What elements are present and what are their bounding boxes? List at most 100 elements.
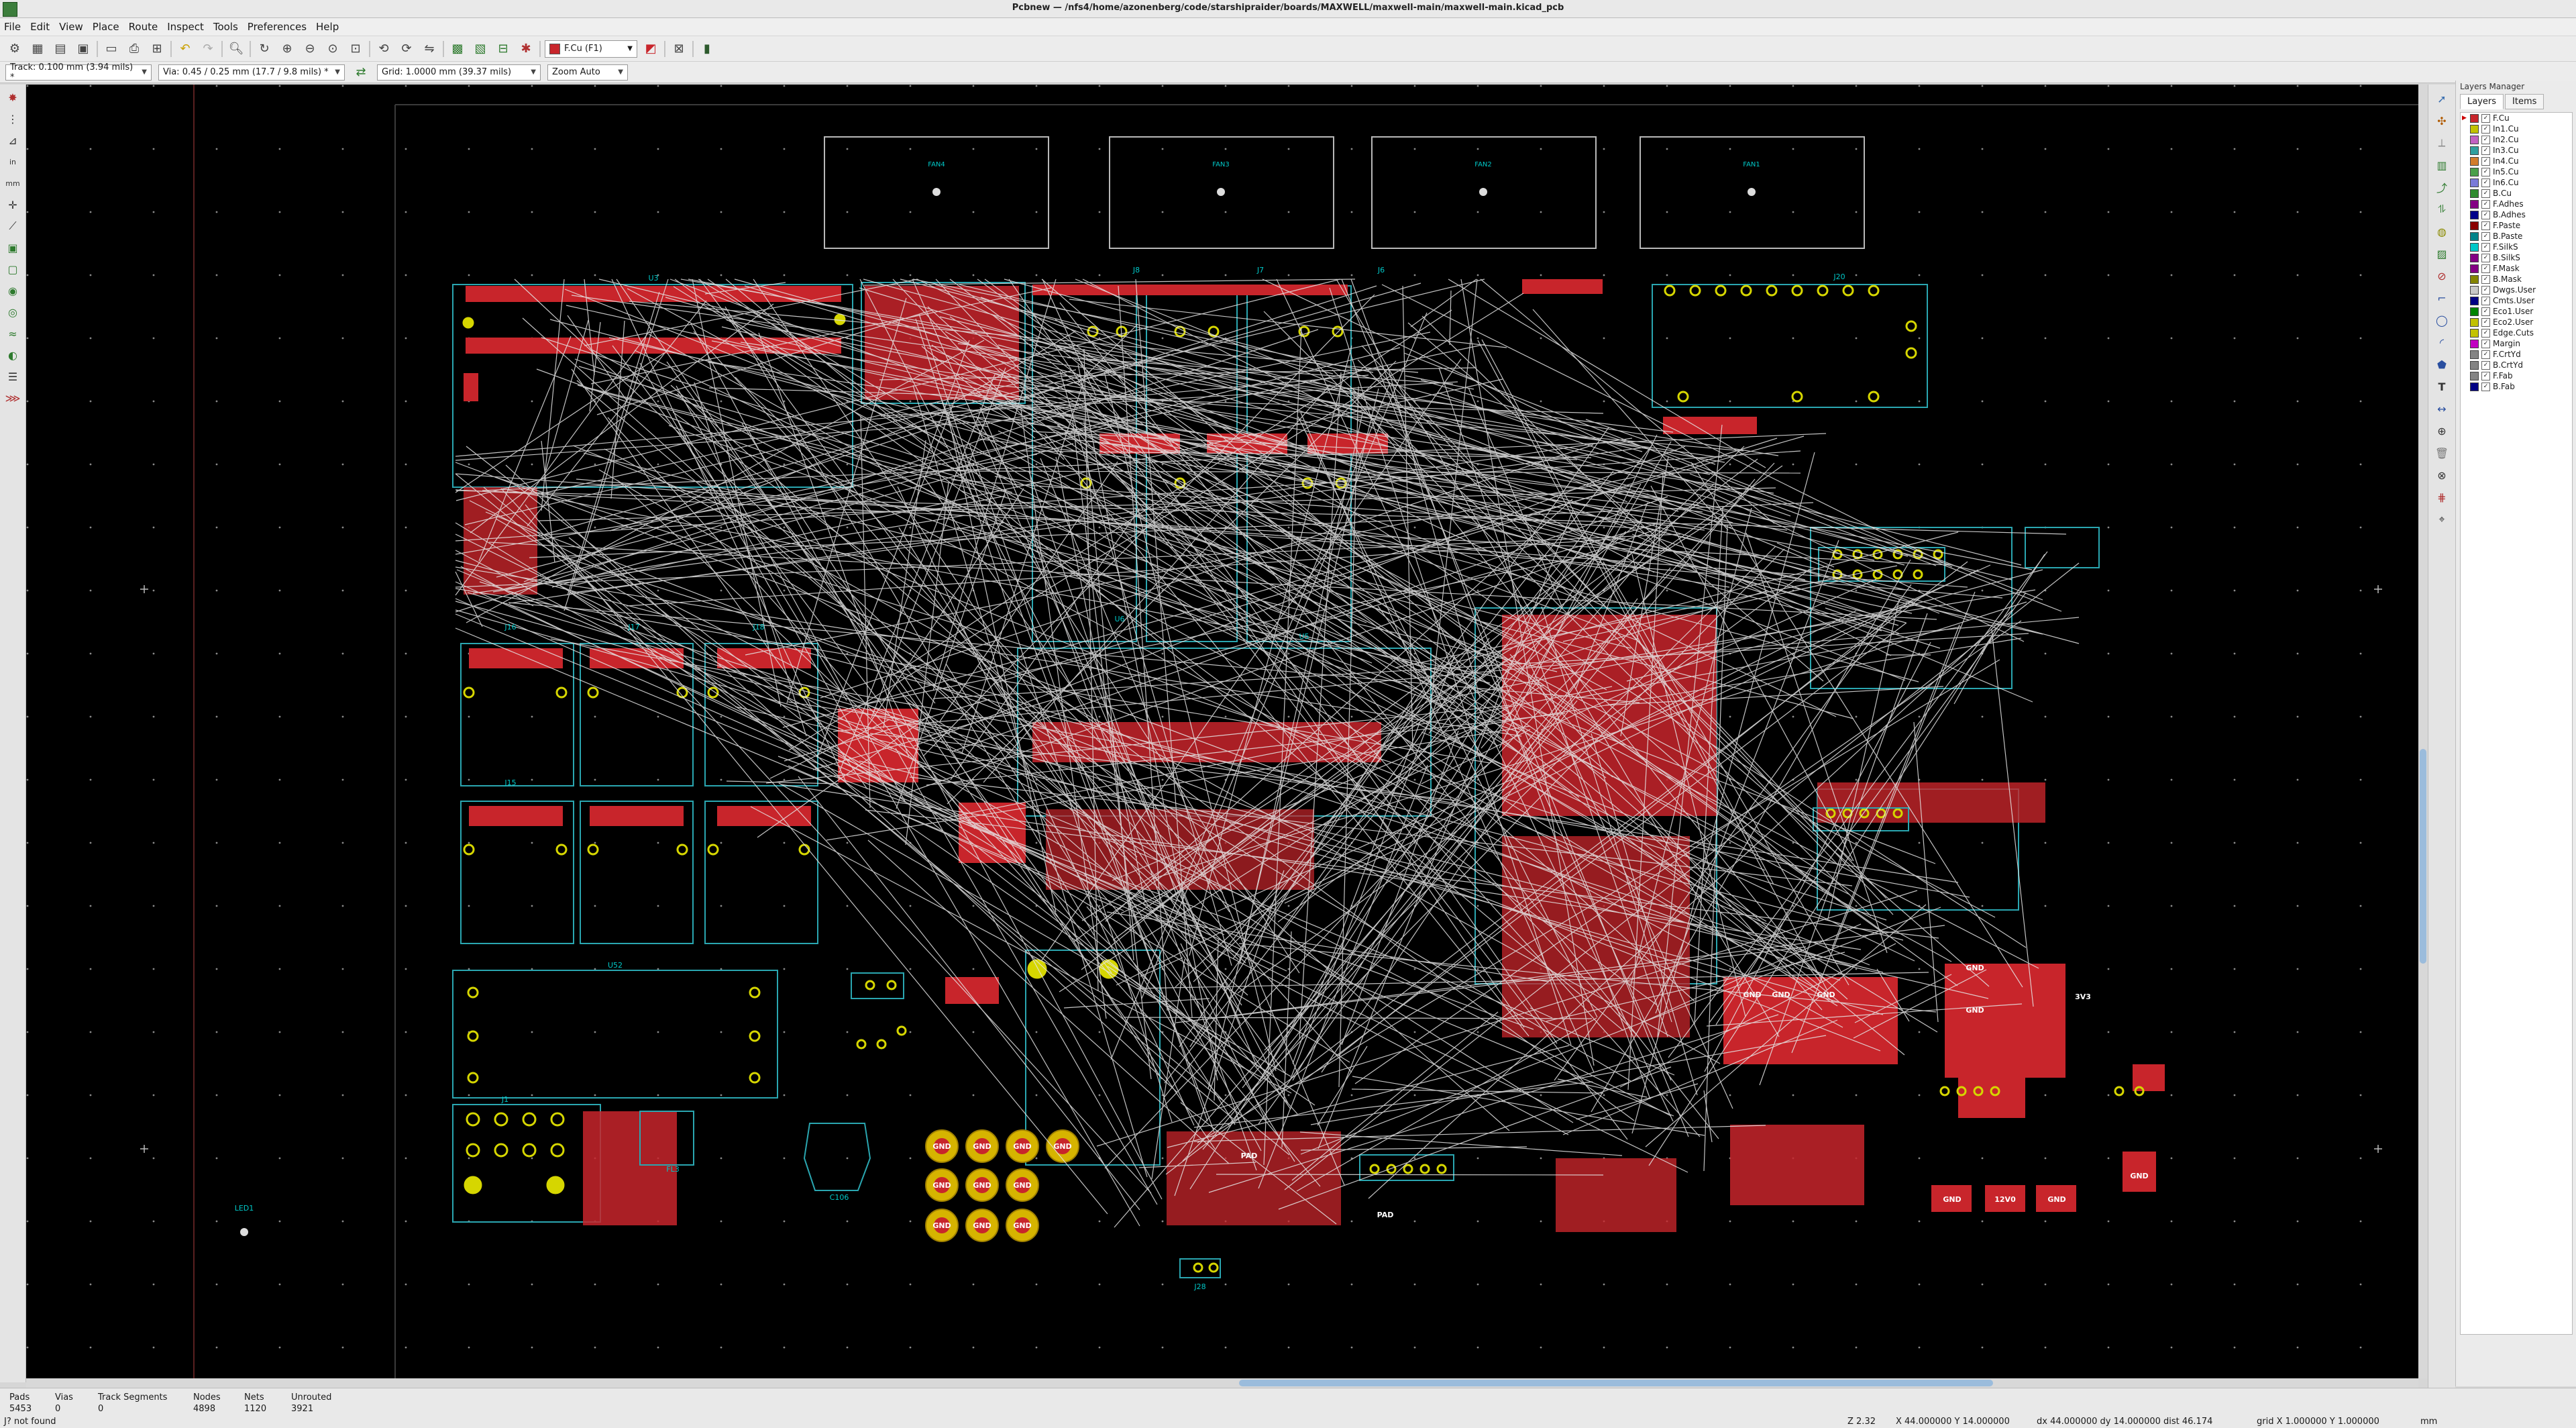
- layer-color-swatch[interactable]: [2470, 274, 2479, 284]
- layer-visible-checkbox[interactable]: ✓: [2481, 339, 2490, 348]
- add-target-icon[interactable]: ⊕: [2433, 422, 2451, 440]
- layer-row[interactable]: ✓ In4.Cu: [2461, 156, 2572, 166]
- netlist-icon[interactable]: ⊟: [494, 40, 513, 58]
- ratsnest-icon[interactable]: ⟋: [4, 217, 21, 235]
- add-circle-icon[interactable]: ◯: [2433, 311, 2451, 329]
- layer-row[interactable]: ▶ ✓ F.Cu: [2461, 113, 2572, 123]
- layer-color-swatch[interactable]: [2470, 199, 2479, 209]
- layer-color-swatch[interactable]: [2470, 189, 2479, 198]
- layer-visible-checkbox[interactable]: ✓: [2481, 146, 2490, 155]
- print-icon[interactable]: ⎙: [125, 40, 144, 58]
- polar-coords-icon[interactable]: ⊿: [4, 132, 21, 149]
- menu-view[interactable]: View: [59, 21, 83, 33]
- vertical-scrollbar[interactable]: [2418, 85, 2428, 1378]
- layer-visible-checkbox[interactable]: ✓: [2481, 253, 2490, 262]
- layer-color-swatch[interactable]: [2470, 232, 2479, 241]
- add-line-icon[interactable]: ⌐: [2433, 289, 2451, 307]
- units-mm-icon[interactable]: mm: [4, 174, 21, 192]
- grid-select[interactable]: Grid: 1.0000 mm (39.37 mils) ▼: [377, 64, 541, 81]
- zoom-selection-icon[interactable]: ⊡: [346, 40, 365, 58]
- layer-row[interactable]: ✓ B.Adhes: [2461, 209, 2572, 220]
- layer-color-swatch[interactable]: [2470, 382, 2479, 391]
- zoom-fit-icon[interactable]: ⊙: [323, 40, 342, 58]
- rotate-cw-icon[interactable]: ⟳: [397, 40, 416, 58]
- layer-color-swatch[interactable]: [2470, 146, 2479, 155]
- vertical-scroll-thumb[interactable]: [2420, 749, 2426, 964]
- undo-icon[interactable]: ↶: [176, 40, 195, 58]
- local-ratsnest-icon[interactable]: ⟂: [2433, 134, 2451, 152]
- route-diff-pair-icon[interactable]: ⥮: [2433, 201, 2451, 218]
- rotate-ccw-icon[interactable]: ⟲: [374, 40, 393, 58]
- layer-row[interactable]: ✓ In1.Cu: [2461, 123, 2572, 134]
- layer-visible-checkbox[interactable]: ✓: [2481, 232, 2490, 241]
- scripting-console-icon[interactable]: ▮: [698, 40, 716, 58]
- layer-color-swatch[interactable]: [2470, 210, 2479, 219]
- page-settings-icon[interactable]: ▭: [102, 40, 121, 58]
- menu-preferences[interactable]: Preferences: [248, 21, 307, 33]
- add-text-icon[interactable]: T: [2433, 378, 2451, 395]
- layer-row[interactable]: ✓ B.Paste: [2461, 231, 2572, 242]
- layer-row[interactable]: ✓ B.Mask: [2461, 274, 2572, 285]
- select-arrow-icon[interactable]: ➚: [2433, 90, 2451, 107]
- layer-visible-checkbox[interactable]: ✓: [2481, 135, 2490, 144]
- set-origin-icon[interactable]: ⊗: [2433, 466, 2451, 484]
- menu-route[interactable]: Route: [129, 21, 158, 33]
- layer-row[interactable]: ✓ Cmts.User: [2461, 295, 2572, 306]
- layer-visible-checkbox[interactable]: ✓: [2481, 382, 2490, 391]
- layer-row[interactable]: ✓ F.Mask: [2461, 263, 2572, 274]
- footprint-editor-icon[interactable]: ▩: [448, 40, 467, 58]
- redo-icon[interactable]: ↷: [199, 40, 217, 58]
- layer-row[interactable]: ✓ In6.Cu: [2461, 177, 2572, 188]
- layer-visible-checkbox[interactable]: ✓: [2481, 350, 2490, 359]
- layer-row[interactable]: ✓ Margin: [2461, 338, 2572, 349]
- add-polygon-icon[interactable]: ⬟: [2433, 356, 2451, 373]
- zoom-out-icon[interactable]: ⊖: [301, 40, 319, 58]
- layer-visible-checkbox[interactable]: ✓: [2481, 307, 2490, 316]
- layer-row[interactable]: ✓ F.Adhes: [2461, 199, 2572, 209]
- board-view[interactable]: FAN4 FAN3 FAN2 FAN1 GND GND GND GND GND …: [26, 85, 2418, 1378]
- flip-icon[interactable]: ⇋: [420, 40, 439, 58]
- delete-icon[interactable]: 🗑︎: [2433, 444, 2451, 462]
- pad-sketch-icon[interactable]: ◉: [4, 282, 21, 299]
- layer-color-swatch[interactable]: [2470, 328, 2479, 338]
- horizontal-scrollbar[interactable]: [26, 1378, 2418, 1388]
- layer-row[interactable]: ✓ F.CrtYd: [2461, 349, 2572, 360]
- zoom-in-icon[interactable]: ⊕: [278, 40, 297, 58]
- layer-row[interactable]: ✓ B.CrtYd: [2461, 360, 2572, 370]
- high-contrast-icon[interactable]: ◐: [4, 346, 21, 364]
- layer-row[interactable]: ✓ B.Cu: [2461, 188, 2572, 199]
- layer-visible-checkbox[interactable]: ✓: [2481, 221, 2490, 230]
- layer-visible-checkbox[interactable]: ✓: [2481, 242, 2490, 252]
- track-width-select[interactable]: Track: 0.100 mm (3.94 mils) * ▼: [5, 62, 152, 83]
- zone-display-icon[interactable]: ▣: [4, 239, 21, 256]
- open-board-icon[interactable]: ▤: [51, 40, 70, 58]
- layer-color-swatch[interactable]: [2470, 296, 2479, 305]
- layer-row[interactable]: ✓ In5.Cu: [2461, 166, 2572, 177]
- layer-visible-checkbox[interactable]: ✓: [2481, 328, 2490, 338]
- layer-visible-checkbox[interactable]: ✓: [2481, 360, 2490, 370]
- via-size-select[interactable]: Via: 0.45 / 0.25 mm (17.7 / 9.8 mils) * …: [158, 64, 345, 81]
- auto-track-width-icon[interactable]: ⇄: [352, 63, 370, 82]
- add-arc-icon[interactable]: ◜: [2433, 334, 2451, 351]
- horizontal-scroll-thumb[interactable]: [1239, 1380, 1993, 1386]
- layer-visible-checkbox[interactable]: ✓: [2481, 210, 2490, 219]
- tab-layers[interactable]: Layers: [2460, 94, 2504, 109]
- cursor-shape-icon[interactable]: ✛: [4, 196, 21, 213]
- new-board-icon[interactable]: ▦: [28, 40, 47, 58]
- board-setup-icon[interactable]: ⚙: [5, 40, 24, 58]
- layer-color-swatch[interactable]: [2470, 178, 2479, 187]
- menu-tools[interactable]: Tools: [213, 21, 238, 33]
- add-keepout-icon[interactable]: ⊘: [2433, 267, 2451, 285]
- layer-color-swatch[interactable]: [2470, 360, 2479, 370]
- layer-visible-checkbox[interactable]: ✓: [2481, 199, 2490, 209]
- track-sketch-icon[interactable]: ≈: [4, 325, 21, 342]
- menu-inspect[interactable]: Inspect: [167, 21, 204, 33]
- layer-row[interactable]: ✓ Edge.Cuts: [2461, 327, 2572, 338]
- layer-visible-checkbox[interactable]: ✓: [2481, 124, 2490, 134]
- layer-visible-checkbox[interactable]: ✓: [2481, 317, 2490, 327]
- layer-row[interactable]: ✓ In3.Cu: [2461, 145, 2572, 156]
- refresh-icon[interactable]: ↻: [255, 40, 274, 58]
- find-icon[interactable]: 🔍︎: [227, 40, 246, 58]
- layer-visible-checkbox[interactable]: ✓: [2481, 371, 2490, 380]
- layer-color-swatch[interactable]: [2470, 307, 2479, 316]
